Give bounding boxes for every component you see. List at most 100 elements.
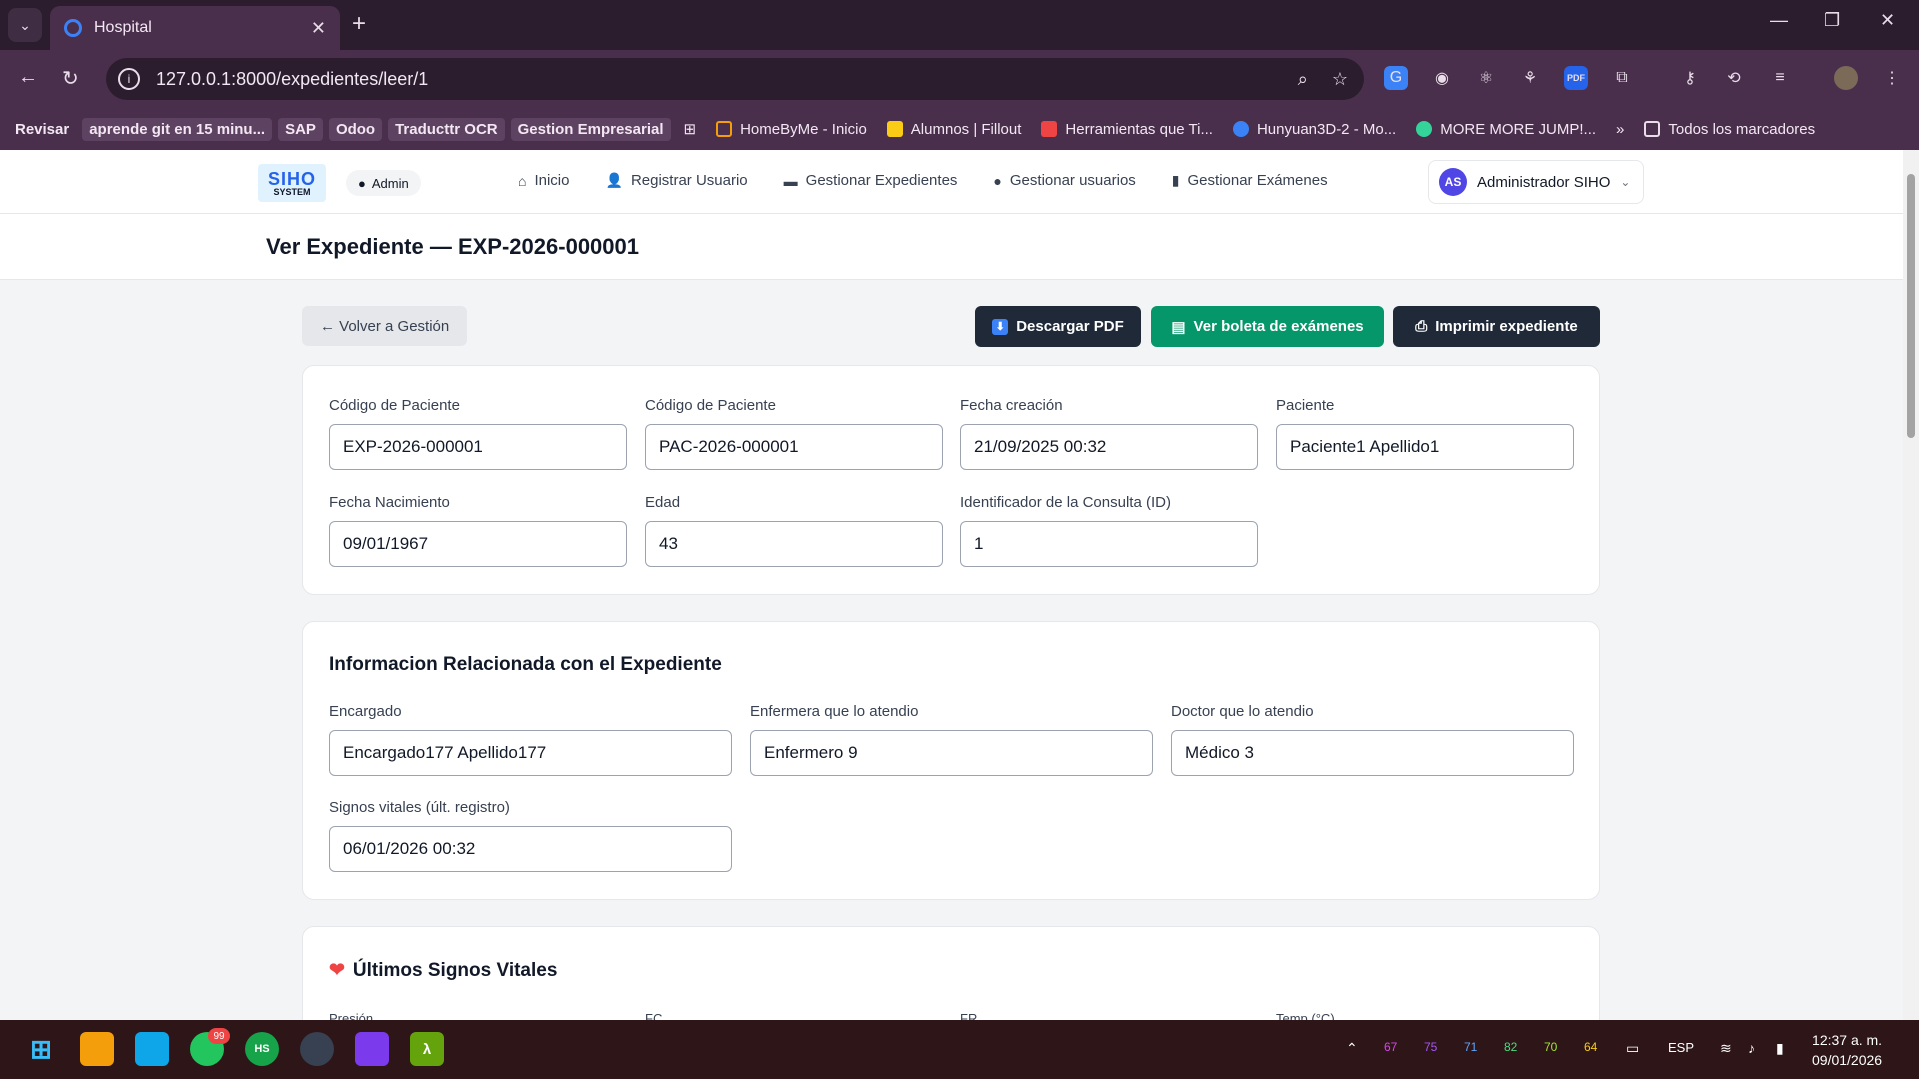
- codigo-expediente-field[interactable]: EXP-2026-000001: [329, 424, 627, 470]
- chevron-down-icon: ⌄: [19, 16, 31, 33]
- scrollbar-thumb[interactable]: [1907, 174, 1915, 438]
- printer-icon: ⎙: [1415, 318, 1428, 335]
- bookmark-odoo[interactable]: Odoo: [328, 117, 383, 141]
- history-icon[interactable]: ⟲: [1722, 66, 1746, 90]
- extension-icon[interactable]: ⚘: [1518, 66, 1542, 90]
- heart-icon: ❤: [329, 960, 345, 981]
- restore-button[interactable]: ❐: [1824, 10, 1840, 31]
- bookmark-fillout[interactable]: Alumnos | Fillout: [880, 118, 1029, 141]
- bookmark-git[interactable]: aprende git en 15 minu...: [82, 117, 273, 141]
- menu-kebab-icon[interactable]: ⋮: [1880, 66, 1904, 90]
- encargado-field[interactable]: Encargado177 Apellido177: [329, 730, 732, 776]
- home-icon: [716, 121, 733, 137]
- edad-field[interactable]: 43: [645, 521, 943, 567]
- nav-gestionar-expedientes[interactable]: ▬ Gestionar Expedientes: [784, 172, 958, 189]
- chrome-icon[interactable]: [300, 1032, 334, 1066]
- bookmark-revisar[interactable]: Revisar: [8, 118, 76, 141]
- user-menu-button[interactable]: AS Administrador SIHO ⌄: [1428, 160, 1644, 204]
- fecha-nacimiento-field[interactable]: 09/01/1967: [329, 521, 627, 567]
- bookmark-hunyuan[interactable]: Hunyuan3D-2 - Mo...: [1226, 118, 1403, 141]
- ver-boleta-button[interactable]: ▤ Ver boleta de exámenes: [1151, 306, 1384, 347]
- bookmark-homebyme[interactable]: HomeByMe - Inicio: [709, 118, 874, 141]
- signos-vitales-field[interactable]: 06/01/2026 00:32: [329, 826, 732, 872]
- new-tab-button[interactable]: +: [352, 10, 366, 38]
- browser-tab[interactable]: Hospital ✕: [50, 6, 340, 50]
- close-tab-icon[interactable]: ✕: [311, 18, 326, 39]
- photos-icon[interactable]: [135, 1032, 169, 1066]
- bookmark-all[interactable]: Todos los marcadores: [1637, 118, 1822, 141]
- siho-logo[interactable]: SIHO SYSTEM: [258, 164, 326, 202]
- bookmark-morejump[interactable]: MORE MORE JUMP!...: [1409, 118, 1603, 141]
- avatar: AS: [1439, 168, 1467, 196]
- profile-avatar[interactable]: [1834, 66, 1858, 90]
- download-pdf-button[interactable]: ⬇ Descargar PDF: [975, 306, 1141, 347]
- language-indicator[interactable]: ESP: [1668, 1040, 1694, 1055]
- media-icon[interactable]: ≡: [1768, 66, 1792, 90]
- battery-icon[interactable]: ▮: [1776, 1040, 1784, 1057]
- apps-grid-icon[interactable]: ⊞: [677, 117, 704, 141]
- wifi-icon[interactable]: ≋: [1720, 1040, 1732, 1057]
- minimize-button[interactable]: —: [1770, 10, 1788, 31]
- back-arrow-icon[interactable]: ←: [18, 66, 38, 89]
- zoom-icon[interactable]: ⌕: [1298, 69, 1308, 90]
- nav-inicio[interactable]: ⌂ Inicio: [518, 172, 570, 189]
- browser-tab-bar: ⌄ Hospital ✕ + — ❐ ✕: [0, 0, 1919, 50]
- page-title: Ver Expediente — EXP-2026-000001: [266, 234, 639, 259]
- bookmarks-bar: Revisar aprende git en 15 minu... SAP Od…: [0, 108, 1919, 150]
- file-explorer-icon[interactable]: [80, 1032, 114, 1066]
- fecha-creacion-field[interactable]: 21/09/2025 00:32: [960, 424, 1258, 470]
- windows-taskbar: ⊞ 99 HS λ ⌃ 67 75 71 82 70 64 ▭ ESP ≋ ♪ …: [0, 1020, 1919, 1079]
- paciente-field[interactable]: Paciente1 Apellido1: [1276, 424, 1574, 470]
- display-icon[interactable]: ▭: [1626, 1040, 1639, 1057]
- windows-start-icon[interactable]: ⊞: [24, 1032, 58, 1066]
- consulta-id-field[interactable]: 1: [960, 521, 1258, 567]
- section-title: Informacion Relacionada con el Expedient…: [329, 654, 722, 675]
- back-to-gestion-button[interactable]: ← Volver a Gestión: [302, 306, 468, 346]
- password-key-icon[interactable]: ⚷: [1678, 66, 1702, 90]
- nav-registrar-usuario[interactable]: 👤 Registrar Usuario: [606, 172, 748, 189]
- react-extension-icon[interactable]: ⚛: [1474, 66, 1498, 90]
- tab-favicon-icon: [64, 19, 82, 37]
- lambda-app-icon[interactable]: λ: [410, 1032, 444, 1066]
- nav-gestionar-examenes[interactable]: ▮ Gestionar Exámenes: [1172, 172, 1328, 189]
- role-badge: ● Admin: [346, 170, 421, 196]
- imprimir-button[interactable]: ⎙ Imprimir expediente: [1393, 306, 1600, 347]
- hs-app-icon[interactable]: HS: [245, 1032, 279, 1066]
- bookmark-gestion[interactable]: Gestion Empresarial: [510, 117, 671, 141]
- app-header: SIHO SYSTEM ● Admin ⌂ Inicio 👤 Registrar U…: [0, 150, 1903, 214]
- site-info-icon[interactable]: i: [118, 68, 140, 90]
- address-bar[interactable]: i 127.0.0.1:8000/expedientes/leer/1 ⌕ ☆: [106, 58, 1364, 100]
- section-title: ❤ Últimos Signos Vitales: [329, 959, 558, 982]
- record-extension-icon[interactable]: ◉: [1430, 66, 1454, 90]
- reload-icon[interactable]: ↻: [62, 66, 79, 91]
- volume-icon[interactable]: ♪: [1748, 1040, 1755, 1056]
- bookmark-sap[interactable]: SAP: [278, 117, 323, 141]
- pdf-extension-icon[interactable]: PDF: [1564, 66, 1588, 90]
- user-plus-icon: 👤: [605, 172, 623, 188]
- enfermera-field[interactable]: Enfermero 9: [750, 730, 1153, 776]
- close-window-button[interactable]: ✕: [1880, 10, 1895, 31]
- page-title-bar: Ver Expediente — EXP-2026-000001: [0, 214, 1903, 280]
- bookmark-youtube[interactable]: Herramientas que Ti...: [1034, 118, 1220, 141]
- translate-extension-icon[interactable]: G: [1384, 66, 1408, 90]
- expediente-card: Código de Paciente EXP-2026-000001 Códig…: [302, 365, 1600, 595]
- nav-gestionar-usuarios[interactable]: ● Gestionar usuarios: [993, 172, 1135, 189]
- system-clock[interactable]: 12:37 a. m. 09/01/2026: [1812, 1030, 1882, 1070]
- user-name: Administrador SIHO: [1477, 173, 1611, 191]
- tab-title: Hospital: [94, 19, 152, 36]
- page-scrollbar[interactable]: [1903, 150, 1919, 1020]
- tray-chevron-icon[interactable]: ⌃: [1346, 1040, 1358, 1057]
- bookmark-star-icon[interactable]: ☆: [1332, 69, 1348, 90]
- youtube-icon: [1041, 121, 1058, 137]
- user-icon: ●: [358, 175, 366, 191]
- tab-search-button[interactable]: ⌄: [8, 8, 42, 42]
- more-bookmarks-icon[interactable]: »: [1609, 118, 1631, 141]
- bookmark-ocr[interactable]: Traducttr OCR: [388, 117, 505, 141]
- hunyuan-icon: [1232, 121, 1249, 137]
- doctor-field[interactable]: Médico 3: [1171, 730, 1574, 776]
- git-app-icon[interactable]: [355, 1032, 389, 1066]
- document-icon: ▤: [1171, 318, 1186, 336]
- codigo-paciente-field[interactable]: PAC-2026-000001: [645, 424, 943, 470]
- user-icon: ●: [993, 172, 1002, 189]
- puzzle-extensions-icon[interactable]: ⧉: [1610, 66, 1634, 90]
